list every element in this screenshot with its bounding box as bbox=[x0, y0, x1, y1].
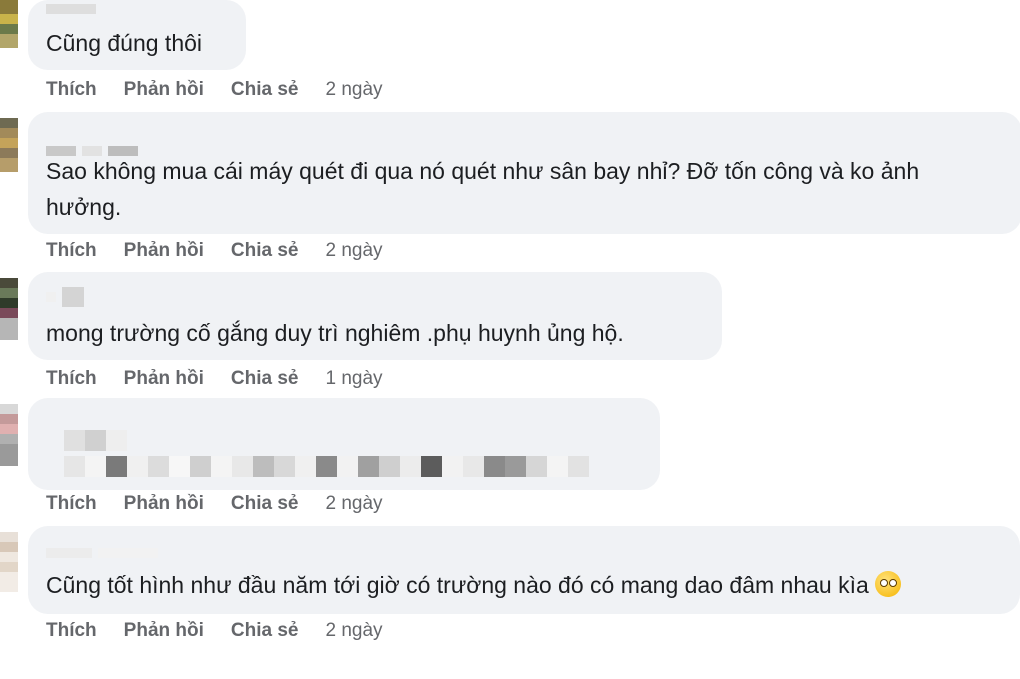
reply-button[interactable]: Phản hồi bbox=[124, 368, 204, 390]
like-button[interactable]: Thích bbox=[46, 620, 97, 642]
redacted-name bbox=[64, 430, 127, 451]
commenter-name[interactable] bbox=[46, 287, 84, 307]
comment-text: Cũng tốt hình như đầu năm tới giờ có trư… bbox=[46, 568, 901, 602]
timestamp[interactable]: 1 ngày bbox=[326, 368, 383, 390]
like-button[interactable]: Thích bbox=[46, 240, 97, 262]
avatar[interactable] bbox=[0, 404, 18, 466]
comment-bubble bbox=[28, 398, 660, 490]
redacted-text bbox=[64, 456, 589, 477]
avatar[interactable] bbox=[0, 278, 18, 340]
comment-actions: Thích Phản hồi Chia sẻ 2 ngày bbox=[46, 237, 410, 265]
commenter-name[interactable] bbox=[46, 546, 158, 560]
like-button[interactable]: Thích bbox=[46, 79, 97, 101]
comment-bubble: Cũng tốt hình như đầu năm tới giờ có trư… bbox=[28, 526, 1020, 614]
comment-actions: Thích Phản hồi Chia sẻ 2 ngày bbox=[46, 490, 410, 518]
comment-actions: Thích Phản hồi Chia sẻ 2 ngày bbox=[46, 76, 410, 104]
share-button[interactable]: Chia sẻ bbox=[231, 79, 299, 101]
avatar[interactable] bbox=[0, 118, 18, 172]
comment-actions: Thích Phản hồi Chia sẻ 2 ngày bbox=[46, 617, 410, 645]
share-button[interactable]: Chia sẻ bbox=[231, 240, 299, 262]
share-button[interactable]: Chia sẻ bbox=[231, 493, 299, 515]
share-button[interactable]: Chia sẻ bbox=[231, 620, 299, 642]
comment-bubble: mong trường cố gắng duy trì nghiêm .phụ … bbox=[28, 272, 722, 360]
timestamp[interactable]: 2 ngày bbox=[326, 240, 383, 262]
reply-button[interactable]: Phản hồi bbox=[124, 493, 204, 515]
comment-bubble: Sao không mua cái máy quét đi qua nó qué… bbox=[28, 112, 1020, 234]
timestamp[interactable]: 2 ngày bbox=[326, 493, 383, 515]
reply-button[interactable]: Phản hồi bbox=[124, 620, 204, 642]
like-button[interactable]: Thích bbox=[46, 368, 97, 390]
comment-bubble: Cũng đúng thôi bbox=[28, 0, 246, 70]
reply-button[interactable]: Phản hồi bbox=[124, 79, 204, 101]
like-button[interactable]: Thích bbox=[46, 493, 97, 515]
comment-text: Sao không mua cái máy quét đi qua nó qué… bbox=[46, 158, 920, 184]
comment-text-content: Cũng tốt hình như đầu năm tới giờ có trư… bbox=[46, 572, 869, 598]
comment-text: mong trường cố gắng duy trì nghiêm .phụ … bbox=[46, 320, 624, 346]
comment-text: hưởng. bbox=[46, 194, 122, 220]
comment-text: Cũng đúng thôi bbox=[46, 30, 203, 56]
reply-button[interactable]: Phản hồi bbox=[124, 240, 204, 262]
commenter-name[interactable] bbox=[46, 2, 96, 16]
share-button[interactable]: Chia sẻ bbox=[231, 368, 299, 390]
avatar[interactable] bbox=[0, 532, 18, 592]
comment-actions: Thích Phản hồi Chia sẻ 1 ngày bbox=[46, 365, 410, 393]
avatar[interactable] bbox=[0, 0, 18, 48]
face-with-rolling-eyes-icon bbox=[874, 571, 901, 597]
timestamp[interactable]: 2 ngày bbox=[326, 79, 383, 101]
timestamp[interactable]: 2 ngày bbox=[326, 620, 383, 642]
